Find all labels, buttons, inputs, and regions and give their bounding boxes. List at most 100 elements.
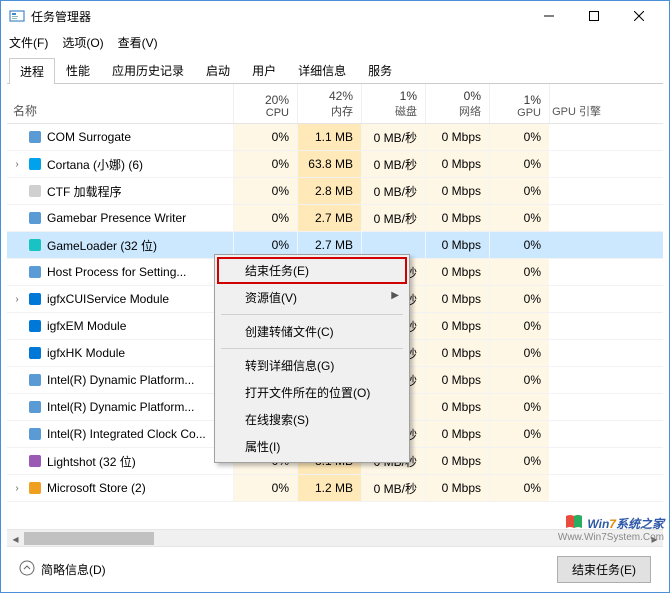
menu-file[interactable]: 文件(F) <box>9 34 48 51</box>
col-gpu-engine[interactable]: GPU 引擎 <box>549 84 609 123</box>
context-menu: 结束任务(E)资源值(V)▶ 创建转储文件(C) 转到详细信息(G)打开文件所在的位… <box>214 254 410 463</box>
tab-6[interactable]: 服务 <box>357 57 403 83</box>
titlebar[interactable]: 任务管理器 <box>1 1 669 31</box>
process-icon <box>27 264 43 280</box>
tab-0[interactable]: 进程 <box>9 58 55 84</box>
tab-3[interactable]: 启动 <box>195 57 241 83</box>
col-memory[interactable]: 42%内存 <box>297 84 361 123</box>
cell-network: 0 Mbps <box>425 259 489 285</box>
app-icon <box>9 8 25 24</box>
cell-network: 0 Mbps <box>425 124 489 150</box>
cell-gpu: 0% <box>489 286 549 312</box>
cell-gpu: 0% <box>489 367 549 393</box>
maximize-button[interactable] <box>571 1 616 31</box>
cell-network: 0 Mbps <box>425 286 489 312</box>
end-task-button[interactable]: 结束任务(E) <box>557 556 651 583</box>
cell-disk: 0 MB/秒 <box>361 124 425 150</box>
cell-memory: 63.8 MB <box>297 151 361 177</box>
cell-memory: 1.1 MB <box>297 124 361 150</box>
cell-memory: 2.8 MB <box>297 178 361 204</box>
table-row[interactable]: COM Surrogate0%1.1 MB0 MB/秒0 Mbps0% <box>7 124 663 151</box>
table-row[interactable]: Gamebar Presence Writer 0%2.7 MB0 MB/秒0 M… <box>7 205 663 232</box>
menubar: 文件(F) 选项(O) 查看(V) <box>1 31 669 53</box>
process-icon <box>27 345 43 361</box>
cell-network: 0 Mbps <box>425 367 489 393</box>
cell-gpu: 0% <box>489 151 549 177</box>
cell-gpu: 0% <box>489 340 549 366</box>
process-icon <box>27 183 43 199</box>
window-title: 任务管理器 <box>31 8 526 25</box>
process-icon <box>27 237 43 253</box>
context-menu-item[interactable]: 在线搜索(S) <box>217 406 407 433</box>
cell-disk: 0 MB/秒 <box>361 205 425 231</box>
column-headers: 名称 20%CPU 42%内存 1%磁盘 0%网络 1%GPU GPU 引擎 <box>7 84 663 124</box>
fewer-details-link[interactable]: 简略信息(D) <box>19 560 106 579</box>
cell-network: 0 Mbps <box>425 232 489 258</box>
cell-memory: 2.7 MB <box>297 205 361 231</box>
col-network[interactable]: 0%网络 <box>425 84 489 123</box>
process-name: Lightshot (32 位) <box>47 453 136 470</box>
chevron-up-icon <box>19 560 35 579</box>
process-name: GameLoader (32 位) <box>47 237 157 254</box>
process-name: Intel(R) Dynamic Platform... <box>47 373 194 387</box>
scroll-thumb[interactable] <box>24 532 154 545</box>
table-row[interactable]: ›Cortana (小娜) (6)0%63.8 MB0 MB/秒0 Mbps0% <box>7 151 663 178</box>
tab-1[interactable]: 性能 <box>55 57 101 83</box>
process-icon <box>27 453 43 469</box>
cell-gpu: 0% <box>489 232 549 258</box>
footer: 简略信息(D) 结束任务(E) <box>7 546 663 592</box>
menu-separator <box>221 314 403 315</box>
tab-4[interactable]: 用户 <box>241 57 287 83</box>
expand-icon[interactable]: › <box>11 159 23 170</box>
col-cpu[interactable]: 20%CPU <box>233 84 297 123</box>
cell-gpu: 0% <box>489 448 549 474</box>
tab-strip: 进程性能应用历史记录启动用户详细信息服务 <box>7 57 663 84</box>
process-icon <box>27 156 43 172</box>
context-menu-item[interactable]: 创建转储文件(C) <box>217 318 407 345</box>
cell-network: 0 Mbps <box>425 421 489 447</box>
cell-cpu: 0% <box>233 205 297 231</box>
process-name: Cortana (小娜) (6) <box>47 156 143 173</box>
col-name[interactable]: 名称 <box>7 84 233 123</box>
close-button[interactable] <box>616 1 661 31</box>
col-disk[interactable]: 1%磁盘 <box>361 84 425 123</box>
expand-icon[interactable]: › <box>11 294 23 305</box>
cell-network: 0 Mbps <box>425 475 489 501</box>
process-name: Gamebar Presence Writer <box>47 211 186 225</box>
process-name: Microsoft Store (2) <box>47 481 146 495</box>
process-name: Intel(R) Integrated Clock Co... <box>47 427 206 441</box>
menu-view[interactable]: 查看(V) <box>118 34 158 51</box>
tab-2[interactable]: 应用历史记录 <box>101 57 195 83</box>
table-row[interactable]: ›Microsoft Store (2)0%1.2 MB0 MB/秒0 Mbps… <box>7 475 663 502</box>
cell-network: 0 Mbps <box>425 178 489 204</box>
process-icon <box>27 480 43 496</box>
process-name: Intel(R) Dynamic Platform... <box>47 400 194 414</box>
cell-cpu: 0% <box>233 124 297 150</box>
process-icon <box>27 291 43 307</box>
process-icon <box>27 372 43 388</box>
submenu-arrow-icon: ▶ <box>391 290 399 301</box>
cell-cpu: 0% <box>233 151 297 177</box>
cell-gpu: 0% <box>489 394 549 420</box>
col-gpu[interactable]: 1%GPU <box>489 84 549 123</box>
context-menu-item[interactable]: 结束任务(E) <box>217 257 407 284</box>
cell-disk: 0 MB/秒 <box>361 475 425 501</box>
scroll-right-icon[interactable]: ▸ <box>646 530 663 547</box>
process-name: Host Process for Setting... <box>47 265 186 279</box>
horizontal-scrollbar[interactable]: ◂ ▸ <box>7 529 663 546</box>
minimize-button[interactable] <box>526 1 571 31</box>
process-icon <box>27 399 43 415</box>
cell-network: 0 Mbps <box>425 205 489 231</box>
expand-icon[interactable]: › <box>11 483 23 494</box>
context-menu-item[interactable]: 资源值(V)▶ <box>217 284 407 311</box>
context-menu-item[interactable]: 打开文件所在的位置(O) <box>217 379 407 406</box>
menu-options[interactable]: 选项(O) <box>62 34 103 51</box>
cell-disk: 0 MB/秒 <box>361 151 425 177</box>
context-menu-item[interactable]: 属性(I) <box>217 433 407 460</box>
process-name: igfxCUIService Module <box>47 292 169 306</box>
cell-gpu: 0% <box>489 421 549 447</box>
context-menu-item[interactable]: 转到详细信息(G) <box>217 352 407 379</box>
table-row[interactable]: CTF 加载程序0%2.8 MB0 MB/秒0 Mbps0% <box>7 178 663 205</box>
tab-5[interactable]: 详细信息 <box>287 57 357 83</box>
scroll-left-icon[interactable]: ◂ <box>7 530 24 547</box>
